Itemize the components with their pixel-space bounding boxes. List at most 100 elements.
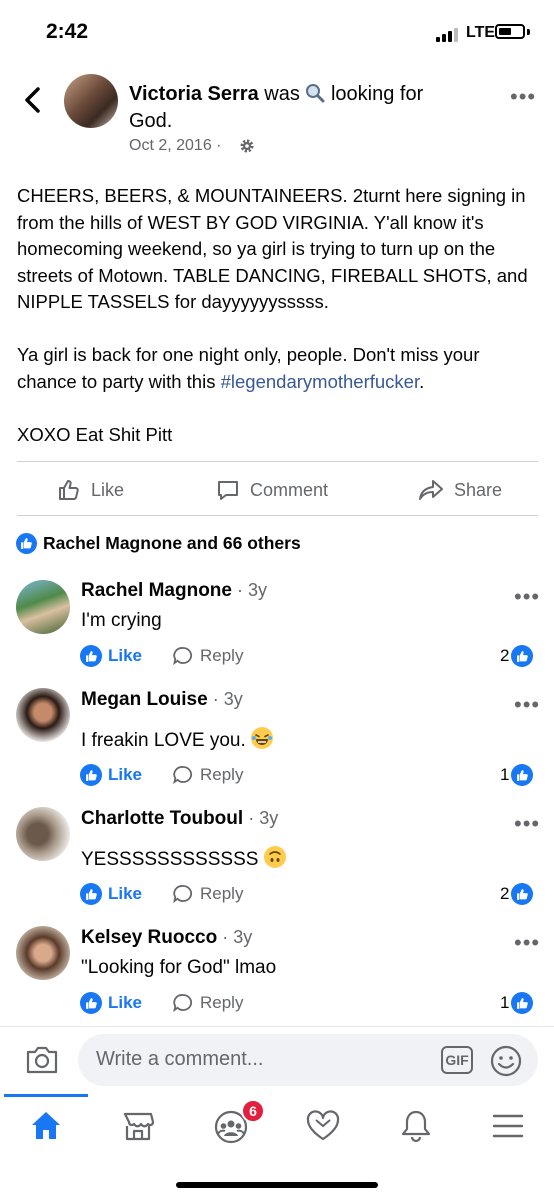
commenter-avatar[interactable]: [16, 688, 70, 742]
comment-options-icon[interactable]: •••: [514, 586, 540, 608]
emoji-smile-icon[interactable]: [489, 1044, 523, 1078]
author-name[interactable]: Victoria Serra: [129, 83, 259, 105]
share-button[interactable]: Share: [418, 477, 502, 503]
comment-reply-button[interactable]: Reply: [172, 992, 243, 1014]
commenter-avatar[interactable]: [16, 807, 70, 861]
comment-text: YESSSSSSSSSSSS: [81, 849, 259, 870]
date-separator: ·: [216, 137, 222, 154]
comment-options-icon[interactable]: •••: [514, 813, 540, 835]
comment-like-button[interactable]: Like: [80, 764, 142, 786]
post-date[interactable]: Oct 2, 2016 ·: [129, 137, 222, 155]
divider: [17, 515, 538, 516]
back-arrow-icon[interactable]: [22, 86, 44, 114]
comment-header: Megan Louise · 3y: [81, 689, 243, 710]
comment-text: I freakin LOVE you.: [81, 730, 246, 751]
paragraph2-end: .: [419, 370, 425, 392]
author-avatar[interactable]: [64, 74, 118, 128]
comment-options-icon[interactable]: •••: [514, 932, 540, 954]
dating-heart-icon[interactable]: [305, 1108, 341, 1144]
comment-label: Comment: [250, 479, 329, 500]
comment-header: Charlotte Touboul · 3y: [81, 808, 279, 829]
comment-like-count[interactable]: 2: [500, 645, 534, 667]
reactions-summary[interactable]: Rachel Magnone and 66 others: [16, 533, 301, 554]
groups-notification-badge: 6: [241, 1099, 265, 1123]
post-body: CHEERS, BEERS, & MOUNTAINEERS. 2turnt he…: [17, 183, 542, 475]
commenter-name[interactable]: Rachel Magnone: [81, 580, 232, 601]
comment-reply-button[interactable]: Reply: [172, 883, 243, 905]
gif-button[interactable]: GIF: [441, 1046, 473, 1074]
comment-like-button[interactable]: Like: [80, 645, 142, 667]
comment-options-icon[interactable]: •••: [514, 694, 540, 716]
magnifier-icon: [306, 84, 325, 103]
comment-bubble-icon: [218, 481, 238, 500]
home-indicator: [176, 1182, 378, 1188]
comment-time: 3y: [223, 689, 243, 709]
post-paragraph: CHEERS, BEERS, & MOUNTAINEERS. 2turnt he…: [17, 185, 528, 312]
comment-text: I'm crying: [81, 610, 162, 631]
like-label: Like: [108, 646, 143, 665]
reply-label: Reply: [200, 993, 244, 1012]
reply-bubble-icon: [173, 647, 193, 666]
comment-time: 3y: [233, 927, 253, 947]
share-label: Share: [454, 479, 503, 500]
comment-button[interactable]: Comment: [216, 477, 328, 503]
share-arrow-icon: [419, 480, 443, 500]
home-icon[interactable]: [28, 1108, 64, 1144]
reply-label: Reply: [200, 884, 244, 903]
thumbs-up-icon: [80, 645, 102, 667]
camera-icon[interactable]: [24, 1042, 60, 1078]
hashtag-link[interactable]: #legendarymotherfucker: [221, 371, 419, 392]
comment-reply-button[interactable]: Reply: [172, 645, 243, 667]
comment-text-row: YESSSSSSSSSSSS: [81, 846, 286, 871]
like-count: 2: [500, 646, 510, 665]
menu-hamburger-icon[interactable]: [490, 1108, 526, 1144]
network-label: LTE: [466, 24, 496, 41]
commenter-name[interactable]: Charlotte Touboul: [81, 808, 243, 829]
activity-prefix: was: [264, 83, 300, 105]
comment-header: Kelsey Ruocco · 3y: [81, 927, 253, 948]
comment-text-row: I freakin LOVE you.: [81, 727, 274, 752]
reply-bubble-icon: [173, 994, 193, 1013]
reply-label: Reply: [200, 765, 244, 784]
comment-like-count[interactable]: 1: [500, 764, 534, 786]
marketplace-icon[interactable]: [120, 1108, 156, 1144]
commenter-name[interactable]: Megan Louise: [81, 689, 208, 710]
reply-bubble-icon: [173, 885, 193, 904]
commenter-avatar[interactable]: [16, 580, 70, 634]
thumbs-up-icon: [80, 883, 102, 905]
battery-icon: [495, 24, 525, 39]
notifications-bell-icon[interactable]: [398, 1108, 434, 1144]
comment-like-count[interactable]: 1: [500, 992, 534, 1014]
signal-icon: [436, 28, 462, 42]
thumbs-up-icon: [80, 764, 102, 786]
battery-tip: [527, 29, 530, 35]
like-reaction-icon: [511, 992, 534, 1014]
comment-like-button[interactable]: Like: [80, 992, 142, 1014]
post-paragraph: Ya girl is back for one night only, peop…: [17, 342, 542, 395]
commenter-name[interactable]: Kelsey Ruocco: [81, 927, 217, 948]
active-tab-indicator: [4, 1094, 88, 1097]
reply-bubble-icon: [173, 766, 193, 785]
comment-like-button[interactable]: Like: [80, 883, 142, 905]
post-signoff: XOXO Eat Shit Pitt: [17, 423, 173, 445]
comment-reply-button[interactable]: Reply: [172, 764, 243, 786]
like-label: Like: [108, 765, 143, 784]
like-button[interactable]: Like: [57, 477, 124, 503]
privacy-gear-icon: [240, 139, 254, 153]
like-count: 2: [500, 884, 510, 903]
commenter-avatar[interactable]: [16, 926, 70, 980]
comment-placeholder[interactable]: Write a comment...: [96, 1048, 263, 1071]
comment-time: 3y: [259, 808, 279, 828]
divider: [17, 461, 538, 462]
like-count: 1: [500, 993, 510, 1012]
like-reaction-icon: [16, 533, 37, 554]
like-count: 1: [500, 765, 510, 784]
like-reaction-icon: [511, 883, 534, 905]
date-text: Oct 2, 2016: [129, 137, 212, 154]
comment-header: Rachel Magnone · 3y: [81, 580, 267, 601]
like-reaction-icon: [511, 645, 534, 667]
post-options-icon[interactable]: •••: [510, 86, 536, 108]
comment-like-count[interactable]: 2: [500, 883, 534, 905]
status-time: 2:42: [46, 20, 89, 43]
reply-label: Reply: [200, 646, 244, 665]
